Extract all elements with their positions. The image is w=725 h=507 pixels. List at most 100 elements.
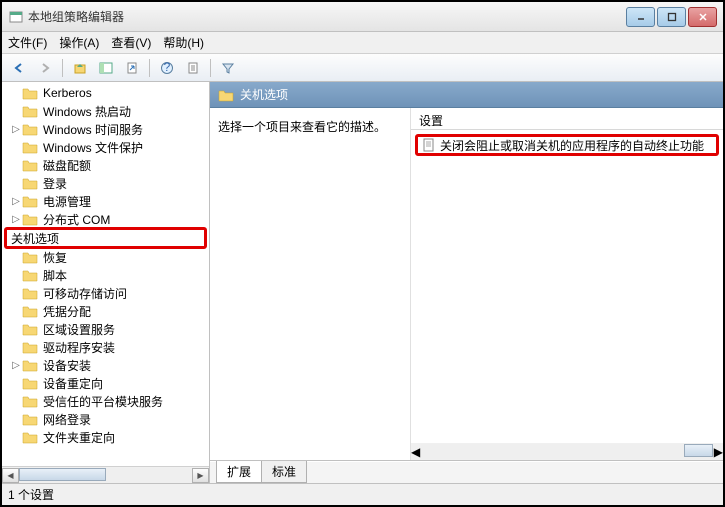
tree-item[interactable]: 脚本 (2, 266, 209, 284)
tree-item-label: 设备重定向 (43, 377, 103, 391)
details-title: 关机选项 (240, 86, 288, 103)
toolbar-separator (149, 59, 150, 77)
setting-label: 关闭会阻止或取消关机的应用程序的自动终止功能 (440, 137, 704, 154)
setting-item[interactable]: 关闭会阻止或取消关机的应用程序的自动终止功能 (415, 134, 719, 156)
folder-icon (22, 158, 38, 172)
folder-icon (22, 104, 38, 118)
tree-panel: Kerberos Windows 热启动▷Windows 时间服务 Windows … (2, 82, 210, 483)
tree-item-label: 恢复 (43, 251, 67, 265)
menu-bar: 文件(F) 操作(A) 查看(V) 帮助(H) (2, 32, 723, 54)
tree-item[interactable]: 可移动存储访问 (2, 284, 209, 302)
tree-item[interactable]: 凭据分配 (2, 302, 209, 320)
tree-item-label: 关机选项 (11, 232, 59, 246)
tree-item[interactable]: 设备重定向 (2, 374, 209, 392)
tree-horizontal-scrollbar[interactable]: ◀ ▶ (2, 466, 209, 483)
show-hide-tree-button[interactable] (95, 57, 117, 79)
folder-icon (22, 286, 38, 300)
tree-item[interactable]: 驱动程序安装 (2, 338, 209, 356)
back-button[interactable] (8, 57, 30, 79)
menu-view[interactable]: 查看(V) (111, 34, 151, 51)
folder-icon (22, 394, 38, 408)
tree-item[interactable]: ▷分布式 COM (2, 210, 209, 228)
close-button[interactable] (688, 7, 717, 27)
tree-item[interactable]: ▷电源管理 (2, 192, 209, 210)
description-pane: 选择一个项目来查看它的描述。 (210, 108, 410, 460)
expander-icon[interactable]: ▷ (10, 124, 22, 135)
up-button[interactable] (69, 57, 91, 79)
tree-item-label: 文件夹重定向 (43, 431, 115, 445)
folder-icon (22, 412, 38, 426)
export-button[interactable] (121, 57, 143, 79)
tree-item[interactable]: ▷Windows 时间服务 (2, 120, 209, 138)
toolbar: ? (2, 54, 723, 82)
tree-view[interactable]: Kerberos Windows 热启动▷Windows 时间服务 Windows … (2, 82, 209, 466)
setting-icon (422, 138, 436, 152)
folder-icon (22, 322, 38, 336)
toolbar-separator (210, 59, 211, 77)
svg-text:?: ? (164, 61, 171, 74)
menu-help[interactable]: 帮助(H) (163, 34, 204, 51)
status-text: 1 个设置 (8, 486, 54, 503)
folder-icon (22, 376, 38, 390)
scroll-left-button[interactable]: ◀ (2, 468, 19, 483)
tree-item[interactable]: 登录 (2, 174, 209, 192)
tree-item-label: 凭据分配 (43, 305, 91, 319)
settings-list: 关闭会阻止或取消关机的应用程序的自动终止功能 (411, 130, 723, 443)
tree-item[interactable]: 网络登录 (2, 410, 209, 428)
status-bar: 1 个设置 (2, 483, 723, 505)
scroll-thumb[interactable] (684, 444, 713, 457)
tree-item-label: Windows 文件保护 (43, 141, 143, 155)
details-header: 关机选项 (210, 82, 723, 108)
help-button[interactable]: ? (156, 57, 178, 79)
scroll-thumb[interactable] (19, 468, 106, 481)
window-title: 本地组策略编辑器 (28, 8, 626, 25)
forward-button[interactable] (34, 57, 56, 79)
folder-icon (22, 122, 38, 136)
maximize-button[interactable] (657, 7, 686, 27)
tree-item[interactable]: ▷ 设备安装 (2, 356, 209, 374)
folder-icon (22, 430, 38, 444)
tree-item-selected[interactable]: 关机选项 (4, 227, 207, 249)
filter-button[interactable] (217, 57, 239, 79)
menu-action[interactable]: 操作(A) (59, 34, 99, 51)
properties-button[interactable] (182, 57, 204, 79)
folder-icon (22, 212, 38, 226)
tree-item[interactable]: Windows 文件保护 (2, 138, 209, 156)
folder-icon (22, 340, 38, 354)
expander-icon[interactable]: ▷ (10, 360, 22, 371)
expander-icon[interactable]: ▷ (10, 214, 22, 225)
toolbar-separator (62, 59, 63, 77)
tab-bar: 扩展 标准 (210, 461, 723, 483)
settings-list-pane: 设置 关闭会阻止或取消关机的应用程序的自动终止功能 ◀ ▶ (410, 108, 723, 460)
tree-item[interactable]: Windows 热启动 (2, 102, 209, 120)
tab-extended[interactable]: 扩展 (216, 461, 262, 483)
scroll-left-button[interactable]: ◀ (411, 445, 420, 459)
tree-item[interactable]: 恢复 (2, 248, 209, 266)
tree-item[interactable]: 文件夹重定向 (2, 428, 209, 446)
list-horizontal-scrollbar[interactable]: ◀ ▶ (411, 443, 723, 460)
tree-item[interactable]: Kerberos (2, 84, 209, 102)
minimize-button[interactable] (626, 7, 655, 27)
expander-icon[interactable]: ▷ (10, 196, 22, 207)
title-bar: 本地组策略编辑器 (2, 2, 723, 32)
tree-item-label: 设备安装 (43, 359, 91, 373)
tree-item-label: 登录 (43, 177, 67, 191)
menu-file[interactable]: 文件(F) (8, 34, 47, 51)
tree-item-label: 区域设置服务 (43, 323, 115, 337)
scroll-right-button[interactable]: ▶ (192, 468, 209, 483)
main-area: Kerberos Windows 热启动▷Windows 时间服务 Windows … (2, 82, 723, 483)
scroll-track[interactable] (421, 444, 713, 459)
tab-standard[interactable]: 标准 (261, 461, 307, 483)
folder-icon (22, 176, 38, 190)
scroll-right-button[interactable]: ▶ (714, 445, 723, 459)
tree-item[interactable]: 磁盘配额 (2, 156, 209, 174)
tree-item[interactable]: 区域设置服务 (2, 320, 209, 338)
folder-icon (22, 304, 38, 318)
column-header-setting[interactable]: 设置 (411, 108, 723, 130)
tree-item-label: 磁盘配额 (43, 159, 91, 173)
tree-item-label: 可移动存储访问 (43, 287, 127, 301)
tree-item[interactable]: 受信任的平台模块服务 (2, 392, 209, 410)
scroll-track[interactable] (19, 468, 192, 483)
tree-item-label: Windows 热启动 (43, 105, 131, 119)
tree-item-label: 驱动程序安装 (43, 341, 115, 355)
